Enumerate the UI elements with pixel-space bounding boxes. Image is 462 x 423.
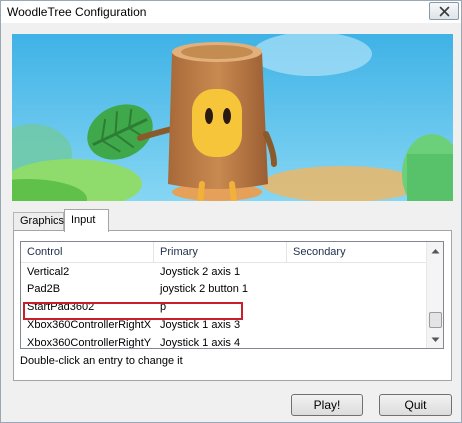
- play-button[interactable]: Play!: [291, 394, 363, 416]
- column-header-secondary[interactable]: Secondary: [287, 242, 426, 263]
- vertical-scrollbar[interactable]: [426, 242, 443, 348]
- scroll-thumb[interactable]: [429, 312, 442, 328]
- primary-binding: Joystick 1 axis 4: [160, 337, 241, 349]
- primary-binding: joystick 2 button 1: [160, 283, 249, 295]
- chevron-down-icon: [431, 337, 440, 342]
- tab-input-label: Input: [71, 214, 96, 226]
- game-banner-image: [12, 34, 453, 201]
- close-button[interactable]: [429, 2, 459, 20]
- list-item[interactable]: Vertical2 Joystick 2 axis 1: [21, 264, 426, 281]
- column-header-control[interactable]: Control: [21, 242, 154, 263]
- list-item[interactable]: Pad2B joystick 2 button 1: [21, 281, 426, 298]
- column-header-primary[interactable]: Primary: [154, 242, 287, 263]
- close-icon: [439, 6, 449, 16]
- chevron-up-icon: [431, 248, 440, 253]
- title-bar: WoodleTree Configuration: [1, 1, 461, 23]
- config-window: WoodleTree Configuration Graphics Input …: [0, 0, 462, 423]
- tab-graphics-label: Graphics: [20, 215, 65, 227]
- controls-list[interactable]: Control Primary Secondary Vertical2 Joys…: [20, 241, 444, 349]
- list-item[interactable]: Xbox360ControllerRightY Joystick 1 axis …: [21, 335, 426, 349]
- highlight-annotation-box: [23, 302, 243, 320]
- input-tab-panel: Control Primary Secondary Vertical2 Joys…: [13, 230, 452, 381]
- control-name: Xbox360ControllerRightX: [27, 319, 152, 331]
- scroll-down-arrow[interactable]: [427, 331, 443, 348]
- window-title: WoodleTree Configuration: [7, 5, 147, 19]
- tab-input[interactable]: Input: [64, 209, 109, 232]
- control-name: Xbox360ControllerRightY: [27, 337, 152, 349]
- primary-binding: Joystick 1 axis 3: [160, 319, 241, 331]
- list-header: Control Primary Secondary: [21, 242, 426, 263]
- tab-graphics[interactable]: Graphics: [13, 212, 64, 231]
- primary-binding: Joystick 2 axis 1: [160, 266, 241, 278]
- control-name: Pad2B: [27, 283, 61, 295]
- quit-button[interactable]: Quit: [379, 394, 452, 416]
- hint-text: Double-click an entry to change it: [20, 355, 183, 367]
- control-name: Vertical2: [27, 266, 70, 278]
- scroll-up-arrow[interactable]: [427, 242, 443, 259]
